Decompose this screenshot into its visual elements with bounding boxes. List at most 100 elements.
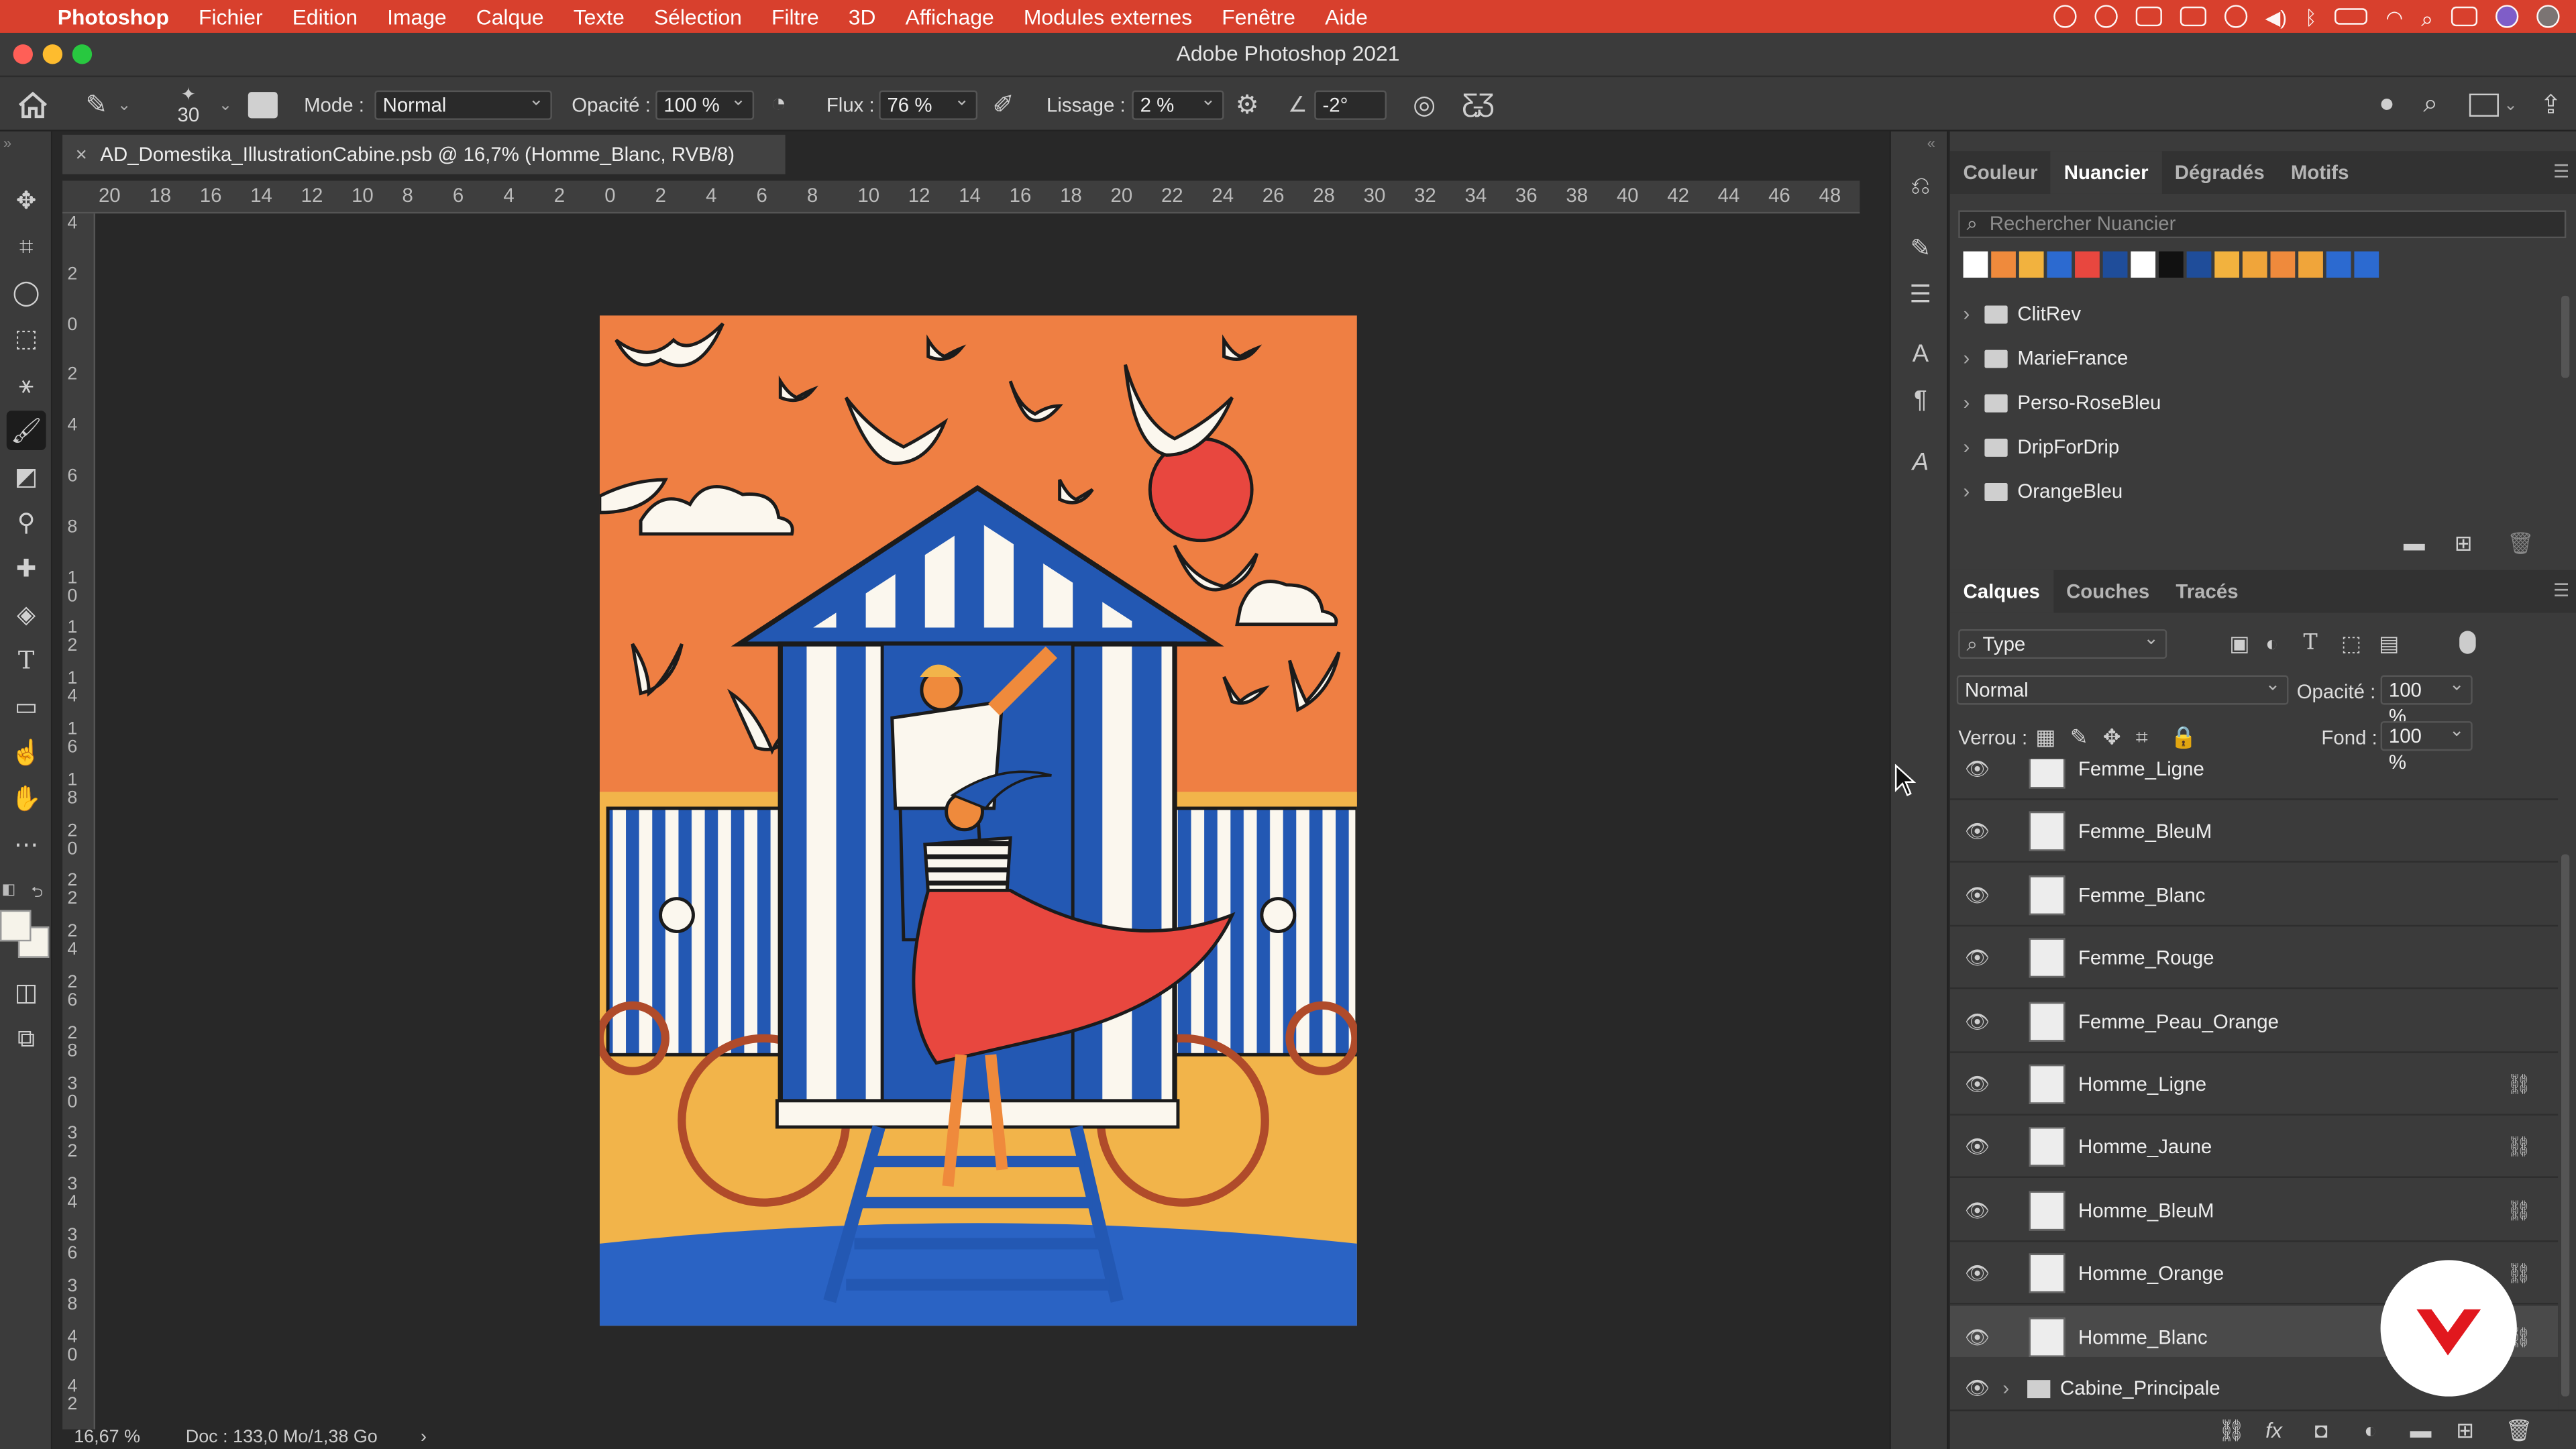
cloud-upload-icon[interactable] bbox=[2224, 5, 2247, 28]
blend-mode-select[interactable]: Normal bbox=[1956, 672, 2289, 705]
layer-opacity-input[interactable]: 100 % bbox=[2380, 672, 2473, 728]
marquee-tool-icon[interactable]: ⬚ bbox=[7, 319, 46, 358]
tab-motifs[interactable]: Motifs bbox=[2277, 151, 2362, 194]
document-tab[interactable]: × AD_Domestika_IllustrationCabine.psb @ … bbox=[62, 134, 786, 174]
pressure-opacity-icon[interactable]: ◔ bbox=[771, 77, 787, 133]
delete-layer-icon[interactable]: 🗑 bbox=[2506, 1417, 2532, 1444]
menu-image[interactable]: Image bbox=[372, 4, 462, 29]
color-swatch[interactable] bbox=[2354, 251, 2379, 278]
brush-tool-preset-icon[interactable]: ✎ ⌄ bbox=[85, 77, 131, 133]
magic-wand-tool-icon[interactable]: ⚹ bbox=[7, 365, 46, 405]
swatch-group-dripfordrip[interactable]: › DripForDrip bbox=[1950, 425, 2558, 470]
screen-mode-icon[interactable]: ⧉ bbox=[7, 1018, 46, 1058]
battery-icon[interactable] bbox=[2334, 8, 2368, 25]
menu-aide[interactable]: Aide bbox=[1310, 4, 1383, 29]
link-layers-icon[interactable]: ⛓ bbox=[2218, 1417, 2245, 1444]
swap-colors-icon[interactable]: ⮌ bbox=[32, 881, 44, 907]
visibility-eye-icon[interactable]: 👁 bbox=[1965, 759, 1990, 800]
mode-select[interactable]: Normal bbox=[374, 77, 552, 133]
creative-cloud-icon[interactable] bbox=[2053, 5, 2077, 28]
swatch-group-orangebleu[interactable]: › OrangeBleu bbox=[1950, 470, 2558, 514]
menu-texte[interactable]: Texte bbox=[559, 4, 639, 29]
paint-bucket-tool-icon[interactable]: ◈ bbox=[7, 595, 46, 635]
collapse-toolbar-icon[interactable]: » bbox=[3, 135, 11, 151]
hand-tool-icon[interactable]: ✋ bbox=[7, 779, 46, 818]
color-swatch[interactable] bbox=[1991, 251, 2016, 278]
angle-input[interactable]: -2° bbox=[1314, 77, 1387, 133]
layer-row-femme-bleum[interactable]: 👁 Femme_BleuM bbox=[1949, 801, 2559, 863]
color-swatch[interactable] bbox=[2326, 251, 2351, 278]
layer-row-femme-ligne[interactable]: 👁 Femme_Ligne bbox=[1949, 759, 2559, 800]
swatch-group-perso-rosebleu[interactable]: › Perso-RoseBleu bbox=[1950, 381, 2558, 425]
filter-shape-layers-icon[interactable]: ⬚ bbox=[2341, 631, 2361, 657]
visibility-eye-icon[interactable]: 👁 bbox=[1965, 1242, 1990, 1305]
glyphs-panel-icon[interactable]: A bbox=[1904, 447, 1937, 480]
quick-mask-icon[interactable]: ◫ bbox=[7, 973, 46, 1012]
home-icon[interactable] bbox=[16, 77, 49, 133]
fill-input[interactable]: 100 % bbox=[2380, 718, 2473, 773]
zoom-window-icon[interactable] bbox=[72, 44, 93, 64]
workspace-icon[interactable]: ⌄ bbox=[2469, 77, 2518, 133]
color-swatch[interactable] bbox=[2186, 251, 2212, 278]
learn-icon[interactable]: ● bbox=[2379, 77, 2395, 133]
delete-swatch-icon[interactable]: 🗑 bbox=[2507, 531, 2534, 557]
tab-degrades[interactable]: Dégradés bbox=[2161, 151, 2277, 194]
menu-modules-externes[interactable]: Modules externes bbox=[1009, 4, 1207, 29]
layer-row-femme-blanc[interactable]: 👁 Femme_Blanc bbox=[1949, 864, 2559, 926]
share-icon[interactable]: ⇪ bbox=[2540, 77, 2562, 133]
menu-3d[interactable]: 3D bbox=[834, 4, 891, 29]
opacity-input[interactable]: 100 % bbox=[655, 77, 755, 133]
visibility-eye-icon[interactable]: 👁 bbox=[1965, 1116, 1990, 1179]
layers-panel-menu-icon[interactable]: ☰ bbox=[2553, 580, 2569, 601]
sync-icon[interactable] bbox=[2094, 5, 2118, 28]
layer-row-femme-peau-orange[interactable]: 👁 Femme_Peau_Orange bbox=[1949, 990, 2559, 1053]
lasso-tool-icon[interactable]: ◯ bbox=[7, 273, 46, 313]
adjustments-icon[interactable]: ☰ bbox=[1904, 279, 1937, 312]
status-expand-icon[interactable]: › bbox=[421, 1428, 427, 1449]
lock-pixels-icon[interactable]: ✎ bbox=[2070, 724, 2088, 751]
filter-pixel-layers-icon[interactable]: ▣ bbox=[2229, 631, 2249, 657]
new-swatch-icon[interactable]: ⊞ bbox=[2455, 531, 2473, 557]
zoom-level[interactable]: 16,67 % bbox=[74, 1428, 140, 1449]
history-panel-icon[interactable]: ⎌ bbox=[1904, 171, 1937, 204]
brush-size-picker[interactable]: ✦ 30 bbox=[177, 77, 199, 133]
adjustment-layer-icon[interactable]: ◐ bbox=[2364, 1417, 2377, 1442]
color-swatch[interactable] bbox=[2158, 251, 2184, 278]
lock-position-icon[interactable]: ✥ bbox=[2103, 724, 2121, 751]
filter-smart-objects-icon[interactable]: ▤ bbox=[2379, 631, 2399, 657]
lock-transparency-icon[interactable]: ▦ bbox=[2035, 724, 2055, 751]
brush-size-chevron-icon[interactable]: ⌄ bbox=[219, 77, 233, 133]
tab-traces[interactable]: Tracés bbox=[2163, 570, 2251, 613]
menu-affichage[interactable]: Affichage bbox=[891, 4, 1009, 29]
tab-couches[interactable]: Couches bbox=[2053, 570, 2162, 613]
swatch-group-clitrev[interactable]: › ClitRev bbox=[1950, 292, 2558, 337]
new-group-icon[interactable]: ▬ bbox=[2410, 1417, 2432, 1442]
color-swatch[interactable] bbox=[2075, 251, 2100, 278]
color-swatch[interactable] bbox=[1963, 251, 1988, 278]
layer-row-femme-rouge[interactable]: 👁 Femme_Rouge bbox=[1949, 927, 2559, 989]
lock-all-icon[interactable]: 🔒 bbox=[2170, 724, 2197, 751]
healing-tool-icon[interactable]: ✚ bbox=[7, 549, 46, 588]
search-icon[interactable]: ⌕ bbox=[2423, 77, 2438, 133]
filter-toggle-switch[interactable] bbox=[2459, 631, 2476, 654]
more-tools-icon[interactable]: ⋯ bbox=[7, 824, 46, 864]
smoothing-settings-gear-icon[interactable]: ⚙ bbox=[1236, 77, 1259, 133]
paragraph-panel-icon[interactable]: ¶ bbox=[1904, 384, 1937, 417]
swatches-scrollbar[interactable] bbox=[2561, 295, 2570, 378]
new-swatch-group-icon[interactable]: ▬ bbox=[2404, 531, 2425, 555]
user-avatar-icon[interactable] bbox=[2536, 5, 2560, 28]
eraser-tool-icon[interactable]: ◩ bbox=[7, 457, 46, 496]
move-tool-icon[interactable]: ✥ bbox=[7, 180, 46, 220]
airbrush-icon[interactable]: ✐ bbox=[992, 77, 1014, 133]
menu-fenetre[interactable]: Fenêtre bbox=[1207, 4, 1310, 29]
filter-adjustment-layers-icon[interactable]: ◐ bbox=[2265, 631, 2278, 655]
tab-calques[interactable]: Calques bbox=[1949, 570, 2053, 613]
menu-selection[interactable]: Sélection bbox=[639, 4, 757, 29]
minimize-window-icon[interactable] bbox=[42, 44, 63, 64]
volume-icon[interactable]: ◀) bbox=[2265, 7, 2287, 30]
color-swatch[interactable] bbox=[2047, 251, 2072, 278]
tab-couleur[interactable]: Couleur bbox=[1950, 151, 2051, 194]
color-swatch[interactable] bbox=[2242, 251, 2267, 278]
tab-nuancier[interactable]: Nuancier bbox=[2051, 151, 2162, 194]
menu-calque[interactable]: Calque bbox=[462, 4, 559, 29]
